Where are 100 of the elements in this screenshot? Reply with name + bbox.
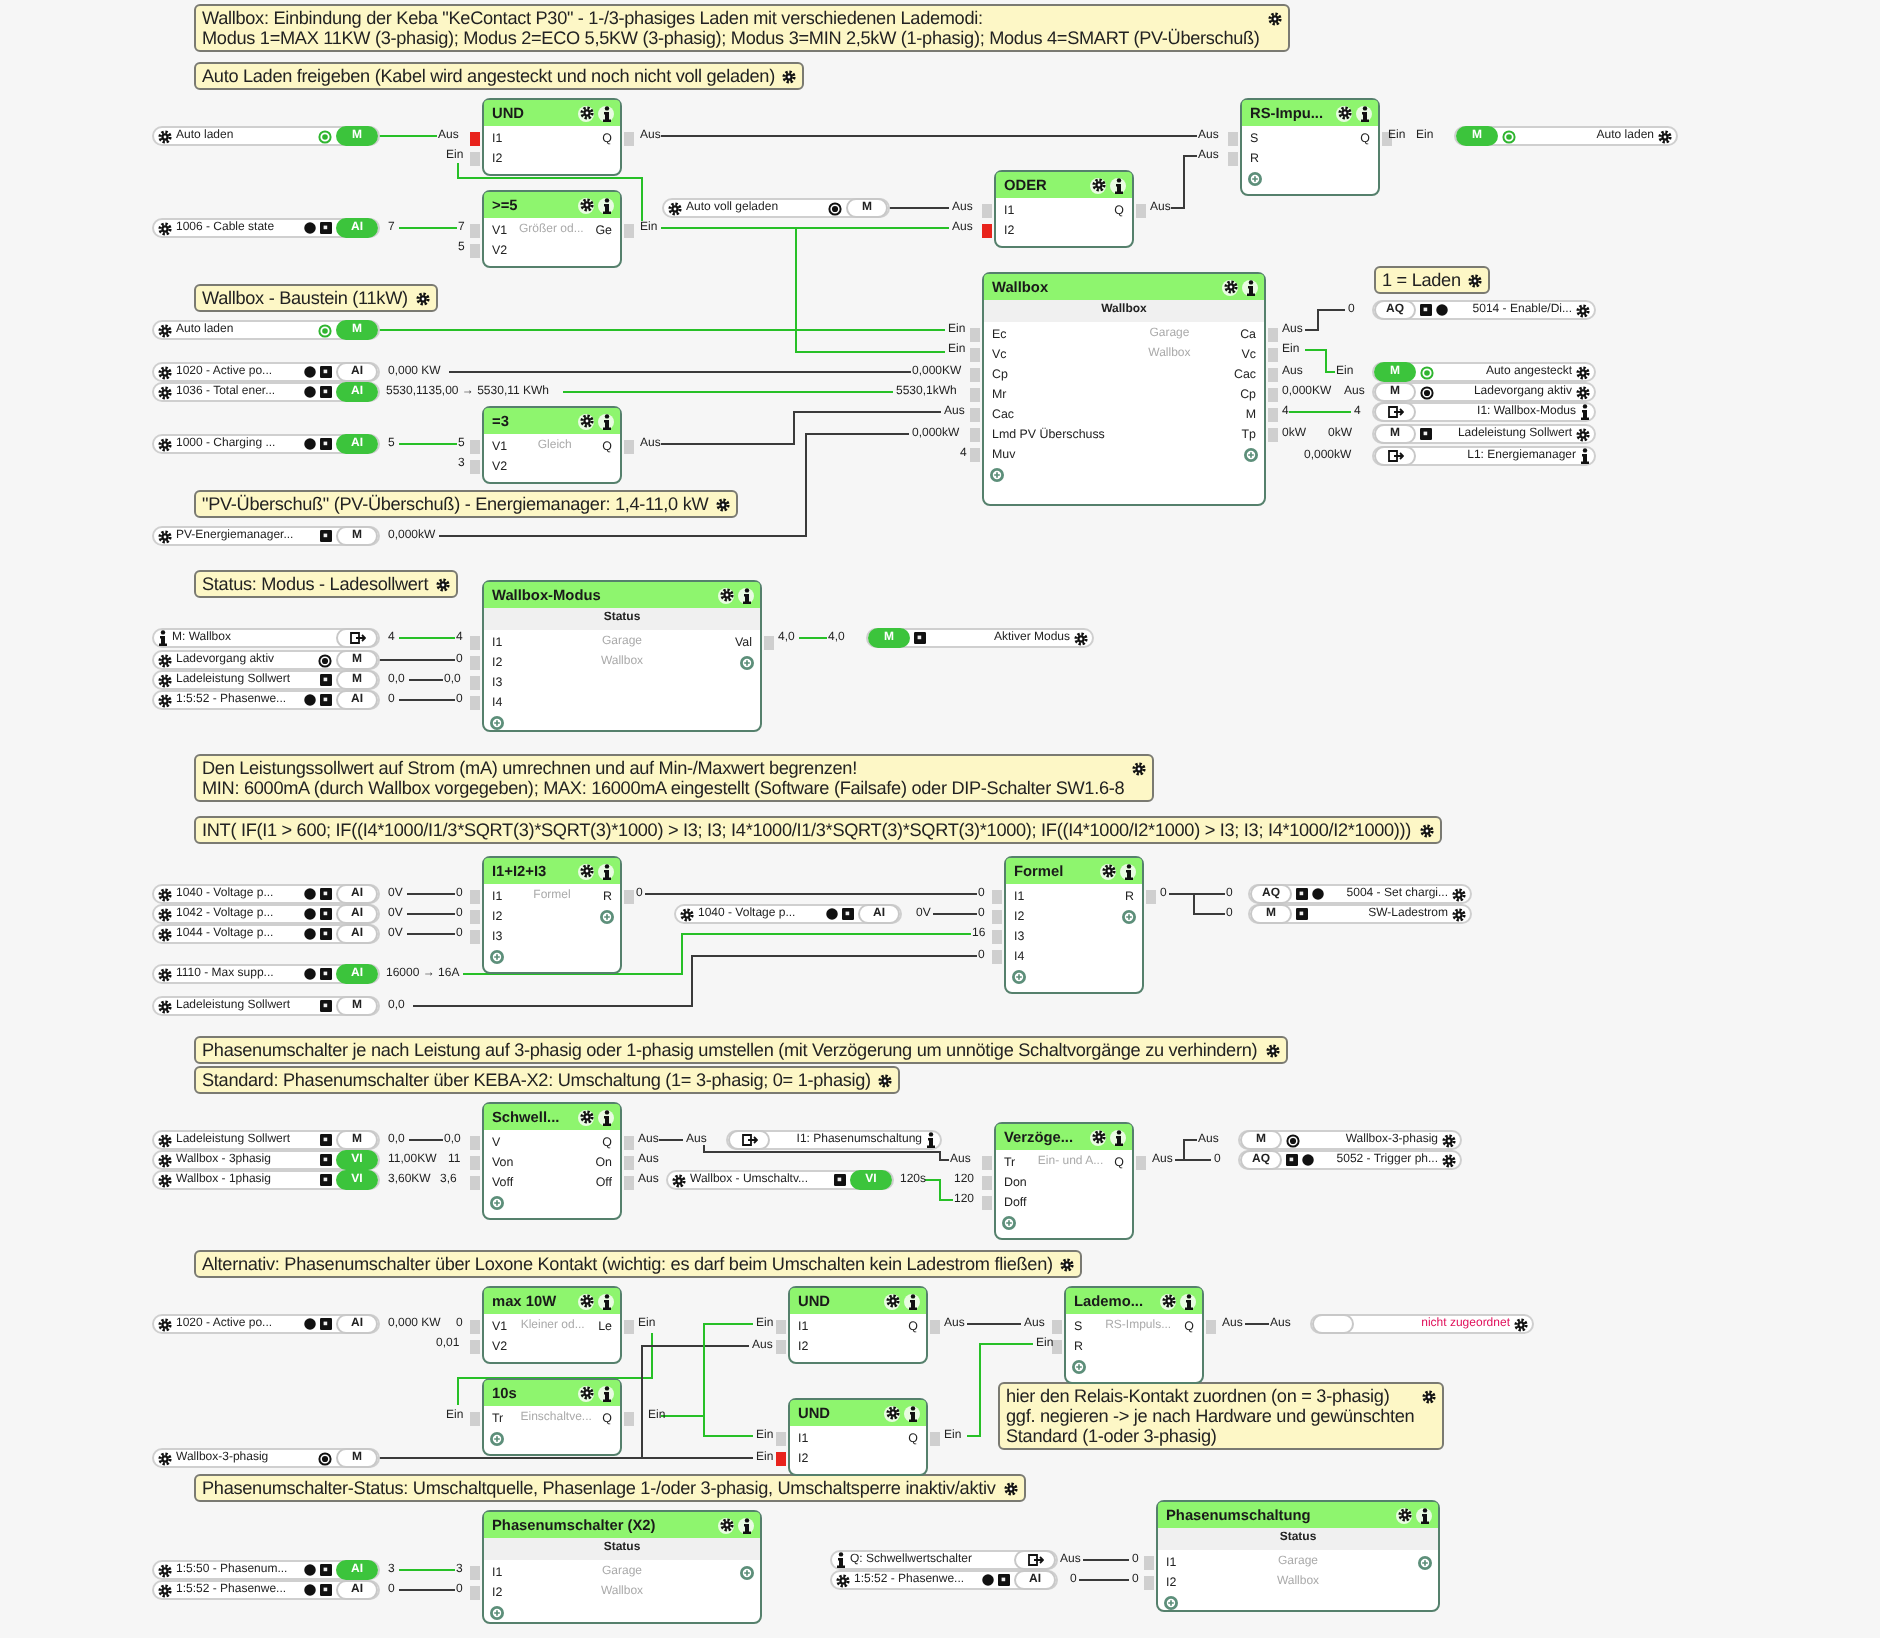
info-icon[interactable] [741,587,751,603]
comment-note[interactable]: Phasenumschalter je nach Leistung auf 3-phasig oder 1-phasig umstellen (mit Verzögerung um unnötige Schaltvorgänge zu verhindern) [194,1036,1288,1064]
settings-icon[interactable] [158,1173,172,1187]
input-pin[interactable] [470,1411,480,1425]
input-pin[interactable] [470,929,480,943]
settings-icon[interactable] [1422,1390,1437,1404]
input-pin[interactable] [470,1339,480,1353]
add-input-icon[interactable] [1012,969,1026,983]
settings-icon[interactable] [1223,280,1237,294]
info-icon[interactable] [158,630,168,646]
settings-icon[interactable] [668,201,682,215]
input-pin[interactable] [470,889,480,903]
input-pin[interactable] [470,655,480,669]
settings-icon[interactable] [1091,178,1105,192]
input-pin[interactable] [470,1155,480,1169]
input-pin[interactable] [982,1155,992,1169]
input-pin[interactable] [970,367,980,381]
settings-icon[interactable] [158,1153,172,1167]
comment-note[interactable]: Standard: Phasenumschalter über KEBA-X2: Umschaltung (1= 3-phasig; 0= 1-phasig) [194,1066,901,1094]
input-pin[interactable] [982,1175,992,1189]
info-icon[interactable] [1359,105,1369,121]
info-icon[interactable] [1183,1293,1193,1309]
settings-icon[interactable] [719,588,733,602]
input-pin[interactable] [1228,151,1238,165]
add-output-icon[interactable] [740,1565,754,1579]
input-pin[interactable] [982,223,992,237]
settings-icon[interactable] [1468,274,1483,288]
add-output-icon[interactable] [740,655,754,669]
comment-note[interactable]: Wallbox - Baustein (11kW) [194,284,438,312]
input-pin[interactable] [1052,1319,1062,1333]
input-pin[interactable] [776,1431,786,1445]
add-input-icon[interactable] [490,1195,504,1209]
info-icon[interactable] [1123,863,1133,879]
settings-icon[interactable] [158,967,172,981]
info-icon[interactable] [1113,1129,1123,1145]
input-pin[interactable] [470,439,480,453]
settings-icon[interactable] [158,907,172,921]
settings-icon[interactable] [1161,1294,1175,1308]
settings-icon[interactable] [158,221,172,235]
comment-note[interactable]: Auto Laden freigeben (Kabel wird angesteckt und noch nicht voll geladen) [194,62,805,90]
add-input-icon[interactable] [490,715,504,729]
info-icon[interactable] [1113,177,1123,193]
settings-icon[interactable] [1267,12,1282,26]
input-pin[interactable] [776,1339,786,1353]
settings-icon[interactable] [1003,1482,1018,1496]
info-icon[interactable] [601,1109,611,1125]
add-output-icon[interactable] [1244,447,1258,461]
settings-icon[interactable] [579,864,593,878]
settings-icon[interactable] [158,1451,172,1465]
settings-icon[interactable] [158,673,172,687]
add-input-icon[interactable] [490,949,504,963]
info-icon[interactable] [601,1385,611,1401]
input-pin[interactable] [970,407,980,421]
input-pin[interactable] [470,151,480,165]
settings-icon[interactable] [1337,106,1351,120]
input-pin[interactable] [470,243,480,257]
settings-icon[interactable] [158,323,172,337]
input-pin[interactable] [992,929,1002,943]
settings-icon[interactable] [885,1294,899,1308]
input-pin[interactable] [970,447,980,461]
settings-icon[interactable] [716,498,731,512]
input-pin[interactable] [470,223,480,237]
settings-icon[interactable] [1576,427,1590,441]
settings-icon[interactable] [1132,762,1147,776]
add-output-icon[interactable] [600,909,614,923]
input-pin[interactable] [470,1135,480,1149]
settings-icon[interactable] [158,999,172,1013]
settings-icon[interactable] [158,653,172,667]
settings-icon[interactable] [415,292,430,306]
info-icon[interactable] [907,1405,917,1421]
settings-icon[interactable] [878,1074,893,1088]
input-pin[interactable] [1228,131,1238,145]
info-icon[interactable] [1580,404,1590,420]
info-icon[interactable] [601,1293,611,1309]
info-icon[interactable] [1419,1507,1429,1523]
settings-icon[interactable] [782,70,797,84]
add-output-icon[interactable] [1418,1555,1432,1569]
settings-icon[interactable] [1397,1508,1411,1522]
settings-icon[interactable] [158,385,172,399]
settings-icon[interactable] [1074,631,1088,645]
add-input-icon[interactable] [990,467,1004,481]
settings-icon[interactable] [1658,129,1672,143]
settings-icon[interactable] [719,1518,733,1532]
input-pin[interactable] [470,459,480,473]
info-icon[interactable] [601,197,611,213]
settings-icon[interactable] [158,437,172,451]
settings-icon[interactable] [1101,864,1115,878]
input-pin[interactable] [470,1585,480,1599]
settings-icon[interactable] [1060,1258,1075,1272]
settings-icon[interactable] [1576,385,1590,399]
settings-icon[interactable] [579,1110,593,1124]
input-pin[interactable] [776,1319,786,1333]
add-input-icon[interactable] [490,1605,504,1619]
input-pin[interactable] [470,695,480,709]
comment-note[interactable]: Phasenumschalter-Status: Umschaltquelle, Phasenlage 1-/oder 3-phasig, Umschaltsperre inaktiv/aktiv [194,1474,1026,1502]
settings-icon[interactable] [1514,1317,1528,1331]
input-pin[interactable] [970,327,980,341]
input-pin[interactable] [970,387,980,401]
settings-icon[interactable] [158,927,172,941]
settings-icon[interactable] [158,1583,172,1597]
